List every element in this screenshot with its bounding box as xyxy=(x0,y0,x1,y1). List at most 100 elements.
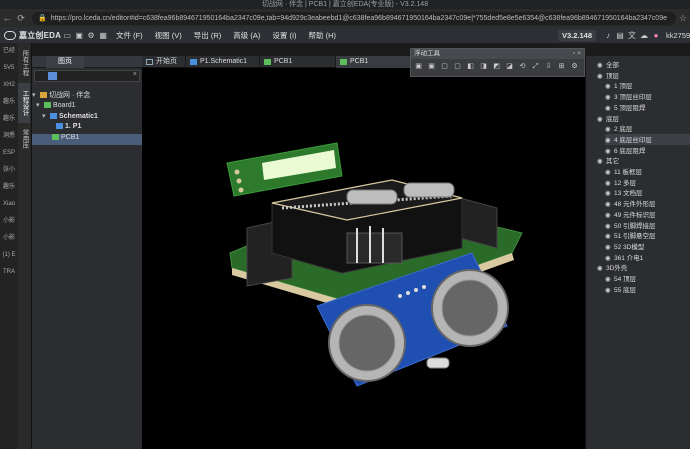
tab-common-library[interactable]: 常用库 xyxy=(18,123,30,155)
layer-item[interactable]: ◉ 3 顶层丝印层 xyxy=(605,91,690,102)
menu-settings[interactable]: 设置 (I) xyxy=(266,30,302,41)
layer-item[interactable]: ◉ 11 板框层 xyxy=(605,166,690,177)
eye-icon[interactable]: ◉ xyxy=(605,147,614,155)
layer-item[interactable]: ◉ 55 底层 xyxy=(605,284,690,295)
view-top-icon[interactable]: ▣ xyxy=(413,61,424,72)
eye-icon[interactable]: ◉ xyxy=(597,157,606,165)
browser-tab[interactable]: 洞悉 xyxy=(0,128,18,145)
tab-schematic[interactable]: P1.Schematic1 xyxy=(186,56,260,68)
layer-group[interactable]: ◉ 其它 xyxy=(597,155,690,166)
reload-icon[interactable]: ⟳ xyxy=(14,13,28,24)
browser-tab[interactable]: 已经 xyxy=(0,43,18,60)
tab-pages[interactable]: 图页 xyxy=(46,56,84,68)
view-back-icon[interactable]: ◨ xyxy=(478,61,489,72)
layer-item[interactable]: ◉ 6 底层阻焊 xyxy=(605,145,690,156)
back-icon[interactable]: ← xyxy=(0,13,14,23)
layer-item[interactable]: ◉ 54 顶层 xyxy=(605,273,690,284)
eye-icon[interactable]: ◉ xyxy=(605,82,614,90)
eye-icon[interactable]: ◉ xyxy=(605,275,614,283)
view-right-icon[interactable]: ▢ xyxy=(452,61,463,72)
menu-help[interactable]: 帮助 (H) xyxy=(303,30,343,41)
filter-icon[interactable] xyxy=(48,72,57,80)
layer-item[interactable]: ◉ 49 元件标识层 xyxy=(605,209,690,220)
eye-icon[interactable]: ◉ xyxy=(605,168,614,176)
layer-item[interactable]: ◉ 361 介电1 xyxy=(605,252,690,263)
menu-advanced[interactable]: 高级 (A) xyxy=(227,30,266,41)
eye-icon[interactable]: ◉ xyxy=(605,125,614,133)
eye-icon[interactable]: ◉ xyxy=(605,93,614,101)
document-icon[interactable]: ▤ xyxy=(614,31,626,40)
tab-project-design[interactable]: 工程设计 xyxy=(18,83,30,123)
save-icon[interactable]: ▣ xyxy=(73,31,85,40)
layer-group[interactable]: ◉ 顶层 xyxy=(597,70,690,81)
menu-export[interactable]: 导出 (R) xyxy=(188,30,228,41)
layer-group[interactable]: ◉ 全部 xyxy=(597,59,690,70)
eye-icon[interactable]: ◉ xyxy=(605,232,614,240)
menu-view[interactable]: 视图 (V) xyxy=(149,30,188,41)
layer-group[interactable]: ◉ 底层 xyxy=(597,113,690,124)
folder-icon[interactable]: ▭ xyxy=(61,31,73,40)
layer-item[interactable]: ◉ 48 元件外形层 xyxy=(605,198,690,209)
eye-icon[interactable]: ◉ xyxy=(605,200,614,208)
tab-pcb-2d[interactable]: PCB1 xyxy=(260,56,336,68)
username[interactable]: kk27592 xyxy=(662,31,690,40)
tree-item-sheet[interactable]: 1. P1 xyxy=(32,123,142,134)
view-front-icon[interactable]: ◧ xyxy=(465,61,476,72)
tab-all-projects[interactable]: 所有工程 xyxy=(18,43,30,83)
eye-icon[interactable]: ◉ xyxy=(597,264,606,272)
tree-item-pcb[interactable]: PCB1 xyxy=(32,134,142,145)
browser-tab[interactable]: 张小 xyxy=(0,162,18,179)
address-bar[interactable]: 🔒 https://pro.lceda.cn/editor#id=c638fea… xyxy=(32,11,676,25)
browser-tab[interactable]: 趣乐 xyxy=(0,179,18,196)
layer-item[interactable]: ◉ 52 3D模型 xyxy=(605,241,690,252)
view-bottom-icon[interactable]: ▣ xyxy=(426,61,437,72)
layer-item[interactable]: ◉ 50 引脚焊接层 xyxy=(605,220,690,231)
layer-group[interactable]: ◉ 3D外壳 xyxy=(597,262,690,273)
view-iso-icon[interactable]: ◩ xyxy=(491,61,502,72)
tree-item-board[interactable]: ▾ Board1 xyxy=(32,101,142,112)
eye-icon[interactable]: ◉ xyxy=(605,104,614,112)
layer-item[interactable]: ◉ 2 底层 xyxy=(605,123,690,134)
tree-item-schematic[interactable]: ▾ Schematic1 xyxy=(32,112,142,123)
browser-tab[interactable]: 5V5 xyxy=(0,60,18,77)
bell-icon[interactable]: ♪ xyxy=(602,31,614,40)
settings-icon[interactable]: ⚙ xyxy=(85,31,97,40)
layer-item[interactable]: ◉ 13 文档层 xyxy=(605,187,690,198)
eye-icon[interactable]: ◉ xyxy=(597,61,606,69)
avatar[interactable]: ● xyxy=(650,31,662,40)
layer-item[interactable]: ◉ 4 底层丝印层 xyxy=(605,133,690,145)
eye-icon[interactable]: ◉ xyxy=(605,286,614,294)
browser-tab[interactable]: 小影 xyxy=(0,213,18,230)
eye-icon[interactable]: ◉ xyxy=(605,254,614,262)
view-left-icon[interactable]: ▢ xyxy=(439,61,450,72)
menu-file[interactable]: 文件 (F) xyxy=(110,30,149,41)
close-icon[interactable]: × xyxy=(133,71,137,78)
tab-start-page[interactable]: 开始页 xyxy=(142,56,186,68)
eye-icon[interactable]: ◉ xyxy=(605,189,614,197)
browser-tab[interactable]: 趣乐 xyxy=(0,94,18,111)
browser-tab[interactable]: Xiao xyxy=(0,196,18,213)
rotate-icon[interactable]: ⟲ xyxy=(517,61,528,72)
eye-icon[interactable]: ◉ xyxy=(605,179,614,187)
settings-icon[interactable]: ⚙ xyxy=(569,61,580,72)
eye-icon[interactable]: ◉ xyxy=(597,115,606,123)
layer-item[interactable]: ◉ 5 顶层阻焊 xyxy=(605,102,690,113)
browser-tab[interactable]: (1) E xyxy=(0,247,18,264)
eye-icon[interactable]: ◉ xyxy=(605,243,614,251)
3d-preview-canvas[interactable] xyxy=(142,68,585,449)
export-icon[interactable]: ⇩ xyxy=(543,61,554,72)
floating-tool-header[interactable]: 浮动工具 ▫ × xyxy=(411,49,584,59)
eye-icon[interactable]: ◉ xyxy=(605,211,614,219)
layer-item[interactable]: ◉ 12 多层 xyxy=(605,177,690,188)
eye-icon[interactable]: ◉ xyxy=(597,72,606,80)
browser-tab[interactable]: 小影 xyxy=(0,230,18,247)
measure-icon[interactable]: ⊞ xyxy=(556,61,567,72)
bookmark-star-icon[interactable]: ☆ xyxy=(676,13,690,24)
cloud-sync-icon[interactable]: ☁ xyxy=(638,31,650,40)
tab-pcb-3d[interactable]: PCB1 xyxy=(336,56,412,68)
browser-tab[interactable]: ESP xyxy=(0,145,18,162)
layer-item[interactable]: ◉ 1 顶层 xyxy=(605,80,690,91)
view-iso2-icon[interactable]: ◪ xyxy=(504,61,515,72)
layer-item[interactable]: ◉ 51 引脚悬空层 xyxy=(605,230,690,241)
browser-tab[interactable]: XH2 xyxy=(0,77,18,94)
